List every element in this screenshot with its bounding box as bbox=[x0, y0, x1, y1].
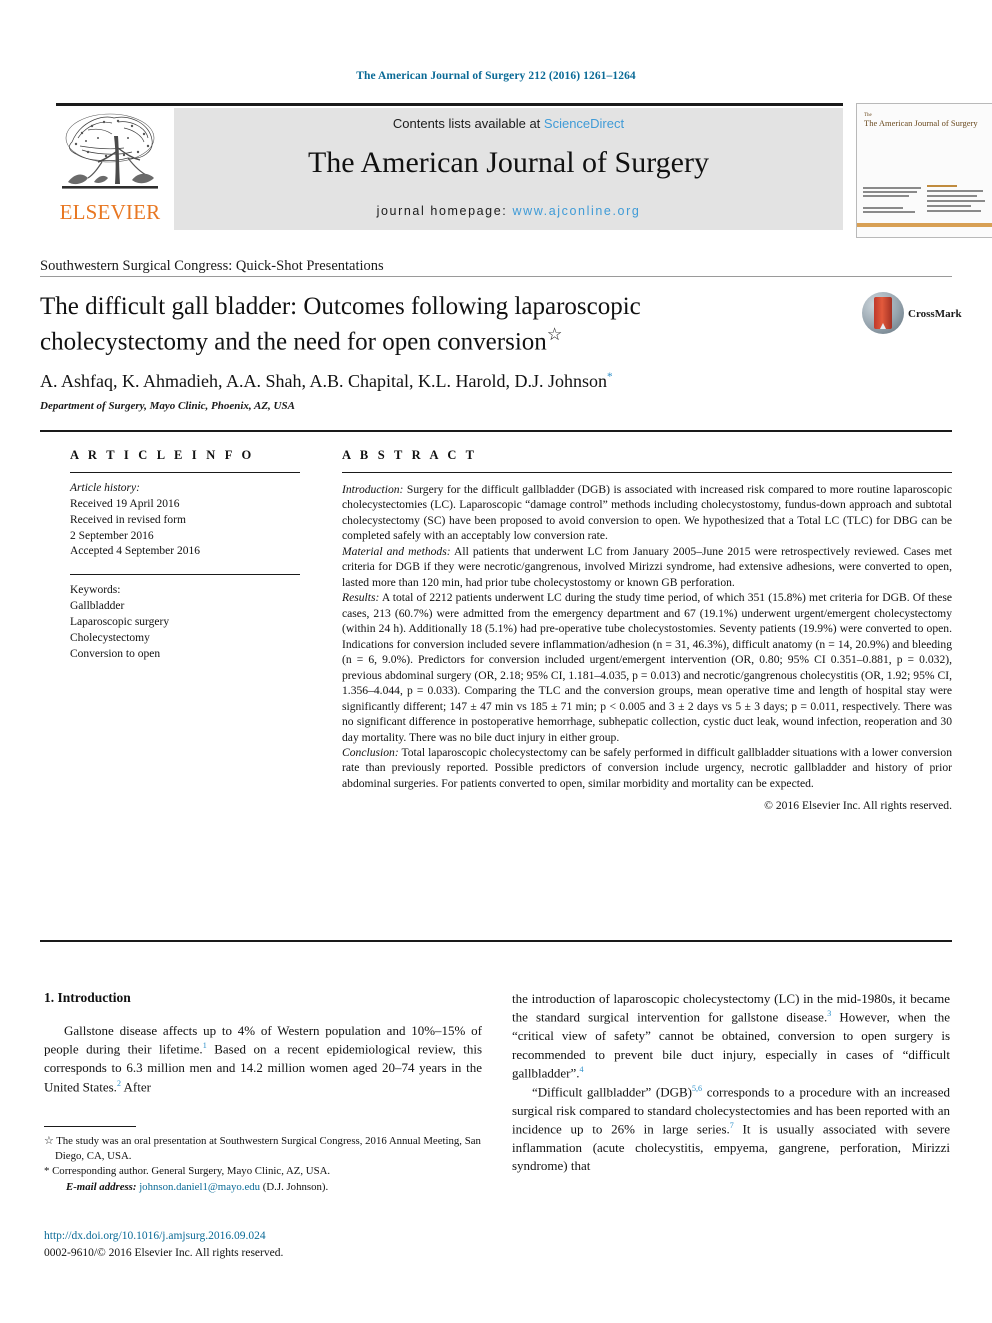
intro-text-c: After bbox=[120, 1079, 151, 1095]
abstract-methods: Material and methods: All patients that … bbox=[342, 544, 952, 590]
footnote-corr-text: Corresponding author. General Surgery, M… bbox=[49, 1165, 331, 1178]
affiliation: Department of Surgery, Mayo Clinic, Phoe… bbox=[40, 400, 295, 412]
issn-copyright-line: 0002-9610/© 2016 Elsevier Inc. All right… bbox=[44, 1246, 284, 1259]
abstract-heading-rule bbox=[342, 472, 952, 473]
citation-ref[interactable]: 4 bbox=[580, 1065, 584, 1074]
abstract-copyright: © 2016 Elsevier Inc. All rights reserved… bbox=[764, 799, 952, 813]
abstract-conclusion: Conclusion: Total laparoscopic cholecyst… bbox=[342, 745, 952, 791]
abstract-results-label: Results: bbox=[342, 591, 380, 605]
abstract-column: A B S T R A C T Introduction: Surgery fo… bbox=[342, 448, 952, 814]
body-column-left: 1. Introduction Gallstone disease affect… bbox=[44, 990, 482, 1096]
masthead-top-rule bbox=[56, 103, 843, 106]
cover-toc-lines bbox=[927, 185, 987, 215]
email-suffix: (D.J. Johnson). bbox=[260, 1181, 329, 1194]
page-title: The difficult gall bladder: Outcomes fol… bbox=[40, 291, 780, 358]
journal-cover-thumbnail: The The American Journal of Surgery bbox=[856, 103, 992, 238]
journal-masthead: ELSEVIER Contents lists available at Sci… bbox=[56, 103, 992, 238]
abstract-heading: A B S T R A C T bbox=[342, 448, 478, 462]
homepage-url-link[interactable]: www.ajconline.org bbox=[512, 204, 640, 218]
doi-link[interactable]: http://dx.doi.org/10.1016/j.amjsurg.2016… bbox=[44, 1228, 482, 1245]
keywords-block: Keywords: Gallbladder Laparoscopic surge… bbox=[70, 583, 310, 662]
crossmark-disc-icon bbox=[862, 292, 904, 334]
intro-paragraph-left: Gallstone disease affects up to 4% of We… bbox=[44, 1022, 482, 1096]
journal-title: The American Journal of Surgery bbox=[307, 146, 709, 179]
citation-ref[interactable]: 5,6 bbox=[692, 1084, 702, 1093]
footnote-star-text: The study was an oral presentation at So… bbox=[53, 1135, 481, 1162]
crossmark-label: CrossMark bbox=[908, 308, 962, 320]
running-head: The American Journal of Surgery 212 (201… bbox=[356, 70, 636, 82]
corresponding-author-marker[interactable]: * bbox=[607, 371, 613, 383]
elsevier-wordmark: ELSEVIER bbox=[59, 200, 161, 224]
keyword-item: Gallbladder bbox=[70, 600, 125, 613]
keyword-item: Cholecystectomy bbox=[70, 631, 150, 644]
author-list: A. Ashfaq, K. Ahmadieh, A.A. Shah, A.B. … bbox=[40, 371, 820, 392]
article-info-heading: A R T I C L E I N F O bbox=[70, 448, 255, 462]
crossmark-book-icon bbox=[874, 297, 892, 329]
abstract-results-text: A total of 2212 patients underwent LC du… bbox=[342, 591, 952, 744]
keywords-label: Keywords: bbox=[70, 584, 121, 597]
footnote-star-marker: ☆ bbox=[44, 1135, 54, 1147]
abstract-results: Results: A total of 2212 patients underw… bbox=[342, 590, 952, 745]
elsevier-tree-icon bbox=[62, 113, 158, 189]
article-info-column: A R T I C L E I N F O Article history: R… bbox=[70, 448, 310, 663]
contents-prefix: Contents lists available at bbox=[392, 116, 544, 131]
journal-homepage-line: journal homepage: www.ajconline.org bbox=[174, 204, 843, 218]
keyword-item: Laparoscopic surgery bbox=[70, 616, 170, 629]
cover-title: The The American Journal of Surgery bbox=[864, 113, 986, 129]
section-divider bbox=[40, 276, 952, 277]
footnote-star: ☆ The study was an oral presentation at … bbox=[44, 1134, 482, 1163]
abstract-conclusion-text: Total laparoscopic cholecystectomy can b… bbox=[342, 745, 952, 790]
doi-block: http://dx.doi.org/10.1016/j.amjsurg.2016… bbox=[44, 1228, 482, 1261]
abstract-body: Introduction: Surgery for the difficult … bbox=[342, 482, 952, 814]
info-top-rule bbox=[40, 430, 952, 432]
article-history-label: Article history: bbox=[70, 482, 140, 494]
congress-section-label: Southwestern Surgical Congress: Quick-Sh… bbox=[40, 258, 384, 274]
intro-paragraph-right-1: the introduction of laparoscopic cholecy… bbox=[512, 990, 950, 1083]
abstract-introduction-label: Introduction: bbox=[342, 483, 404, 496]
email-label: E-mail address: bbox=[66, 1181, 137, 1194]
abstract-conclusion-label: Conclusion: bbox=[342, 745, 399, 759]
abstract-introduction-text: Surgery for the difficult gallbladder (D… bbox=[342, 483, 952, 543]
keywords-rule bbox=[70, 574, 300, 576]
footnote-block: ☆ The study was an oral presentation at … bbox=[44, 1134, 482, 1196]
footnote-corresponding: * Corresponding author. General Surgery,… bbox=[44, 1164, 482, 1179]
introduction-heading: 1. Introduction bbox=[44, 990, 131, 1005]
elsevier-logo: ELSEVIER bbox=[56, 108, 164, 230]
right2-text-a: “Difficult gallbladder” (DGB) bbox=[532, 1084, 693, 1100]
contents-lists-line: Contents lists available at ScienceDirec… bbox=[174, 116, 843, 131]
history-item: Accepted 4 September 2016 bbox=[70, 545, 200, 558]
sciencedirect-panel: Contents lists available at ScienceDirec… bbox=[174, 108, 843, 230]
intro-paragraph-right-2: “Difficult gallbladder” (DGB)5,6 corresp… bbox=[512, 1083, 950, 1176]
cover-title-main: The American Journal of Surgery bbox=[864, 117, 978, 128]
history-item: 2 September 2016 bbox=[70, 529, 154, 542]
homepage-prefix: journal homepage: bbox=[376, 204, 513, 218]
footnote-rule bbox=[44, 1126, 136, 1127]
body-column-right: the introduction of laparoscopic cholecy… bbox=[512, 990, 950, 1176]
article-page: The American Journal of Surgery 212 (201… bbox=[0, 0, 992, 1323]
abstract-bottom-rule bbox=[40, 940, 952, 942]
sciencedirect-link[interactable]: ScienceDirect bbox=[544, 116, 624, 131]
title-footnote-marker: ☆ bbox=[546, 324, 563, 344]
history-item: Received in revised form bbox=[70, 513, 186, 526]
abstract-methods-label: Material and methods: bbox=[342, 544, 451, 558]
cover-color-band bbox=[857, 223, 992, 227]
article-info-heading-rule bbox=[70, 472, 300, 473]
history-item: Received 19 April 2016 bbox=[70, 497, 180, 510]
abstract-introduction: Introduction: Surgery for the difficult … bbox=[342, 482, 952, 544]
authors-text: A. Ashfaq, K. Ahmadieh, A.A. Shah, A.B. … bbox=[40, 371, 607, 391]
article-history-block: Article history: Received 19 April 2016 … bbox=[70, 481, 310, 560]
footnote-email: E-mail address: johnson.daniel1@mayo.edu… bbox=[44, 1180, 482, 1195]
email-link[interactable]: johnson.daniel1@mayo.edu bbox=[139, 1181, 260, 1193]
keyword-item: Conversion to open bbox=[70, 647, 161, 660]
crossmark-badge[interactable]: CrossMark bbox=[862, 292, 962, 338]
